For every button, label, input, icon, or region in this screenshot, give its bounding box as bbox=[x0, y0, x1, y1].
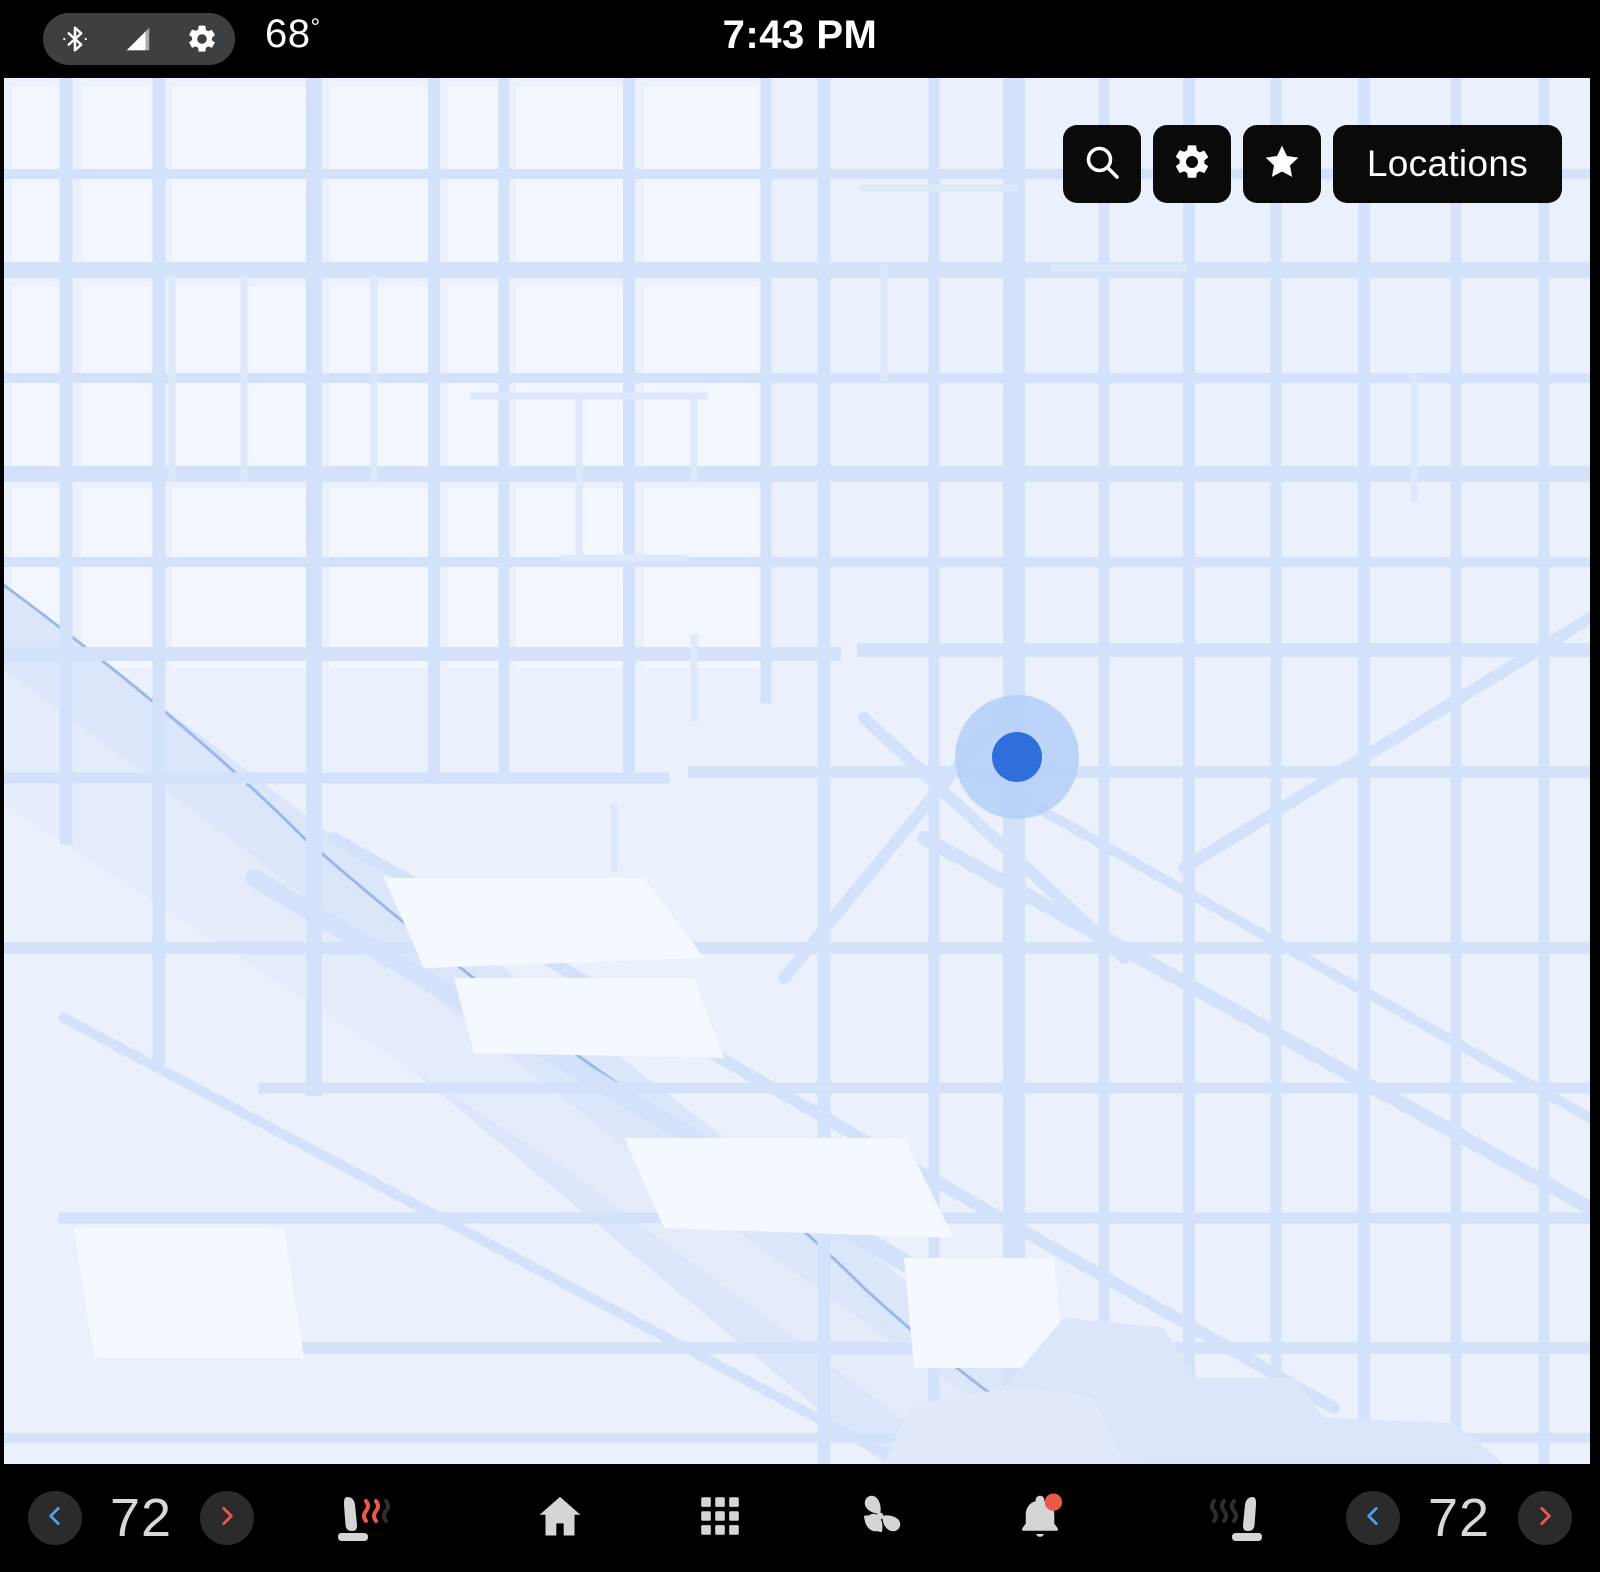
nav-climate-button[interactable] bbox=[840, 1478, 920, 1558]
driver-climate-group: 72 bbox=[28, 1464, 408, 1572]
passenger-temperature-value: 72 bbox=[1427, 1488, 1491, 1548]
user-location-puck bbox=[955, 695, 1079, 819]
heated-seat-icon bbox=[328, 1487, 392, 1550]
map-vector-layer bbox=[4, 78, 1590, 1464]
driver-temperature-value: 72 bbox=[109, 1488, 173, 1548]
driver-seat-heater-button[interactable] bbox=[312, 1478, 408, 1558]
notification-badge bbox=[1044, 1492, 1063, 1511]
driver-temp-decrease-button[interactable] bbox=[28, 1491, 82, 1545]
bell-icon bbox=[1014, 1490, 1066, 1547]
passenger-seat-heater-button[interactable] bbox=[1192, 1478, 1288, 1558]
nav-notifications-button[interactable] bbox=[1000, 1478, 1080, 1558]
search-icon bbox=[1082, 142, 1122, 187]
passenger-climate-group: 72 bbox=[1192, 1464, 1572, 1572]
chevron-right-icon bbox=[1532, 1503, 1558, 1534]
map-favorites-button[interactable] bbox=[1242, 125, 1321, 203]
map-settings-button[interactable] bbox=[1152, 125, 1231, 203]
passenger-temp-increase-button[interactable] bbox=[1518, 1491, 1572, 1545]
map-controls-toolbar: Locations bbox=[1062, 125, 1562, 203]
star-icon bbox=[1262, 142, 1302, 187]
heated-seat-icon bbox=[1208, 1487, 1272, 1550]
infotainment-screen: Locations 68° 7:43 PM 72 72 bbox=[0, 0, 1600, 1572]
home-icon bbox=[534, 1490, 586, 1547]
locations-button[interactable]: Locations bbox=[1332, 125, 1562, 203]
map-canvas[interactable]: Locations bbox=[4, 78, 1590, 1464]
passenger-temp-decrease-button[interactable] bbox=[1346, 1491, 1400, 1545]
apps-grid-icon bbox=[695, 1491, 745, 1546]
gear-icon bbox=[1172, 142, 1212, 187]
status-clock: 7:43 PM bbox=[722, 13, 878, 57]
chevron-left-icon bbox=[1360, 1503, 1386, 1534]
driver-temp-increase-button[interactable] bbox=[200, 1491, 254, 1545]
nav-apps-button[interactable] bbox=[680, 1478, 760, 1558]
chevron-right-icon bbox=[214, 1503, 240, 1534]
fan-icon bbox=[853, 1489, 907, 1548]
status-bar: 68° 7:43 PM bbox=[0, 0, 1600, 78]
map-search-button[interactable] bbox=[1062, 125, 1141, 203]
bottom-control-bar: 72 72 bbox=[0, 1464, 1600, 1572]
nav-home-button[interactable] bbox=[520, 1478, 600, 1558]
location-dot bbox=[992, 732, 1042, 782]
chevron-left-icon bbox=[42, 1503, 68, 1534]
